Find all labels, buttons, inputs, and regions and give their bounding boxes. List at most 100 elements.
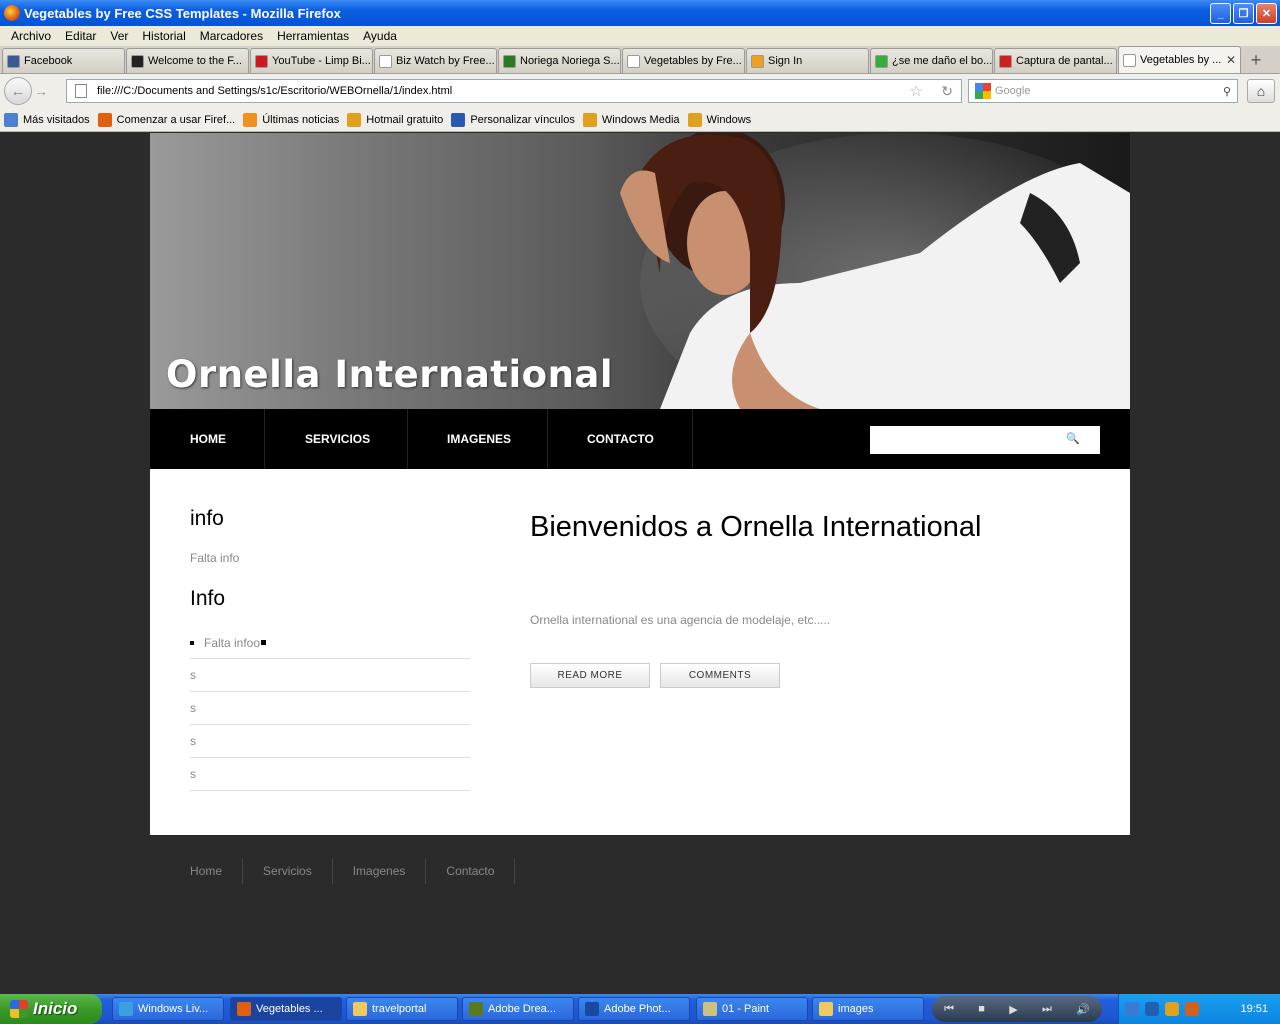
taskbar-app-icon xyxy=(469,1002,483,1016)
comments-button[interactable]: COMMENTS xyxy=(660,663,780,688)
list-item[interactable]: s xyxy=(190,692,470,725)
restore-button[interactable]: ❐ xyxy=(1233,3,1254,24)
site-menu-imagenes[interactable]: IMAGENES xyxy=(408,409,548,469)
site-menu-servicios[interactable]: SERVICIOS xyxy=(265,409,408,469)
menu-ayuda[interactable]: Ayuda xyxy=(356,29,404,43)
taskbar-item-0[interactable]: Windows Liv... xyxy=(112,997,224,1021)
site-search-input[interactable]: 🔍 xyxy=(870,426,1100,454)
bullet-icon xyxy=(190,640,194,645)
new-tab-icon[interactable]: + xyxy=(1242,48,1270,73)
close-button[interactable]: ✕ xyxy=(1256,3,1277,24)
tab-3[interactable]: Biz Watch by Free... xyxy=(374,48,497,73)
bookmark-icon xyxy=(582,112,597,127)
site-menu-contacto[interactable]: CONTACTO xyxy=(548,409,693,469)
tray-app-icon[interactable] xyxy=(1185,1002,1199,1016)
taskbar-app-icon xyxy=(703,1002,717,1016)
taskbar-item-5[interactable]: 01 - Paint xyxy=(696,997,808,1021)
bookmark-label: Últimas noticias xyxy=(262,113,340,126)
back-icon[interactable]: ← xyxy=(4,77,32,105)
start-button[interactable]: Inicio xyxy=(0,994,102,1024)
search-placeholder: Google xyxy=(995,85,1031,97)
bookmark-label: Personalizar vínculos xyxy=(470,113,575,126)
bookmark-5[interactable]: Windows Media xyxy=(582,112,680,127)
bookmark-2[interactable]: Últimas noticias xyxy=(243,112,340,127)
menu-ver[interactable]: Ver xyxy=(103,29,135,43)
tab-1[interactable]: Welcome to the F... xyxy=(126,48,249,73)
taskbar-item-label: Adobe Drea... xyxy=(488,1003,556,1015)
list-item[interactable]: s xyxy=(190,725,470,758)
tab-5[interactable]: Vegetables by Fre... xyxy=(622,48,745,73)
forward-icon[interactable]: → xyxy=(30,80,52,102)
tab-0[interactable]: Facebook xyxy=(2,48,125,73)
reload-icon[interactable]: ↻ xyxy=(941,83,953,100)
tab-label: Welcome to the F... xyxy=(148,55,242,67)
home-icon[interactable]: ⌂ xyxy=(1247,79,1275,103)
volume-icon[interactable]: 🔊 xyxy=(1076,1003,1090,1016)
bookmark-4[interactable]: Personalizar vínculos xyxy=(451,112,575,127)
menu-historial[interactable]: Historial xyxy=(135,29,192,43)
tab-2[interactable]: YouTube - Limp Bi... xyxy=(250,48,373,73)
bookmark-0[interactable]: Más visitados xyxy=(4,112,90,127)
taskbar-item-2[interactable]: travelportal xyxy=(346,997,458,1021)
main-text: Ornella international es una agencia de … xyxy=(530,613,831,627)
bookmark-6[interactable]: Windows xyxy=(687,112,751,127)
menu-marcadores[interactable]: Marcadores xyxy=(193,29,270,43)
tray-messenger-icon[interactable] xyxy=(1165,1002,1179,1016)
start-label: Inicio xyxy=(33,999,78,1018)
tab-favicon-icon xyxy=(255,54,268,68)
tab-8[interactable]: Captura de pantal... xyxy=(994,48,1117,73)
footer-link-home[interactable]: Home xyxy=(190,858,244,884)
taskbar-app-icon xyxy=(353,1002,367,1016)
taskbar-app-icon xyxy=(819,1002,833,1016)
tab-favicon-icon xyxy=(503,54,516,68)
web-page: Ornella International HOME SERVICIOS IMA… xyxy=(0,133,1280,993)
list-item[interactable]: s xyxy=(190,758,470,791)
menu-archivo[interactable]: Archivo xyxy=(4,29,58,43)
search-icon[interactable]: ⚲ xyxy=(1223,85,1231,98)
read-more-button[interactable]: READ MORE xyxy=(530,663,650,688)
menu-editar[interactable]: Editar xyxy=(58,29,103,43)
menu-herramientas[interactable]: Herramientas xyxy=(270,29,356,43)
tray-volume-icon[interactable] xyxy=(1145,1002,1159,1016)
taskbar-item-6[interactable]: images xyxy=(812,997,924,1021)
media-play-icon[interactable]: ▶ xyxy=(1009,1003,1017,1016)
bookmark-star-icon[interactable]: ☆ xyxy=(910,82,923,100)
media-player-toolbar[interactable]: ⏮ ■ ▶ ⏭ 🔊 xyxy=(932,996,1102,1022)
taskbar-item-label: 01 - Paint xyxy=(722,1003,770,1015)
menu-bar: Archivo Editar Ver Historial Marcadores … xyxy=(0,26,1280,46)
minimize-button[interactable]: _ xyxy=(1210,3,1231,24)
taskbar-item-3[interactable]: Adobe Drea... xyxy=(462,997,574,1021)
footer-link-servicios[interactable]: Servicios xyxy=(243,858,333,884)
tab-bar: Facebook Welcome to the F... YouTube - Lim… xyxy=(0,46,1280,74)
tab-label: Vegetables by Fre... xyxy=(644,55,742,67)
taskbar-item-label: travelportal xyxy=(372,1003,427,1015)
footer-link-imagenes[interactable]: Imagenes xyxy=(333,858,427,884)
taskbar-item-4[interactable]: Adobe Phot... xyxy=(578,997,690,1021)
navigation-toolbar: ← → file:///C:/Documents and Settings/s1… xyxy=(0,74,1280,108)
tab-9[interactable]: Vegetables by ... ✕ xyxy=(1118,46,1241,73)
tab-7[interactable]: ¿se me daño el bo... xyxy=(870,48,993,73)
bookmark-icon xyxy=(451,112,466,127)
tab-favicon-icon xyxy=(131,54,144,68)
list-item[interactable]: s xyxy=(190,659,470,692)
tab-4[interactable]: Noriega Noriega S... xyxy=(498,48,621,73)
list-item-label: Falta infoo xyxy=(204,635,261,650)
address-bar[interactable]: file:///C:/Documents and Settings/s1c/Es… xyxy=(66,79,962,103)
footer-link-contacto[interactable]: Contacto xyxy=(426,858,516,884)
media-prev-icon[interactable]: ⏮ xyxy=(944,1003,954,1016)
media-stop-icon[interactable]: ■ xyxy=(978,1003,985,1015)
site-menu-home[interactable]: HOME xyxy=(150,409,265,469)
list-item-label: s xyxy=(190,734,196,748)
sidebar-heading-info: info xyxy=(190,507,224,530)
list-item[interactable]: Falta infoo xyxy=(190,627,470,659)
tab-6[interactable]: Sign In xyxy=(746,48,869,73)
tray-network-icon[interactable] xyxy=(1125,1002,1139,1016)
site-search-icon[interactable]: 🔍 xyxy=(1066,432,1080,445)
media-next-icon[interactable]: ⏭ xyxy=(1042,1003,1052,1016)
bookmark-3[interactable]: Hotmail gratuito xyxy=(347,112,443,127)
search-bar[interactable]: Google ⚲ xyxy=(968,79,1238,103)
bookmark-1[interactable]: Comenzar a usar Firef... xyxy=(97,112,235,127)
sidebar-heading-info2: Info xyxy=(190,587,226,610)
close-tab-icon[interactable]: ✕ xyxy=(1226,53,1236,67)
taskbar-item-1[interactable]: Vegetables ... xyxy=(230,997,342,1021)
